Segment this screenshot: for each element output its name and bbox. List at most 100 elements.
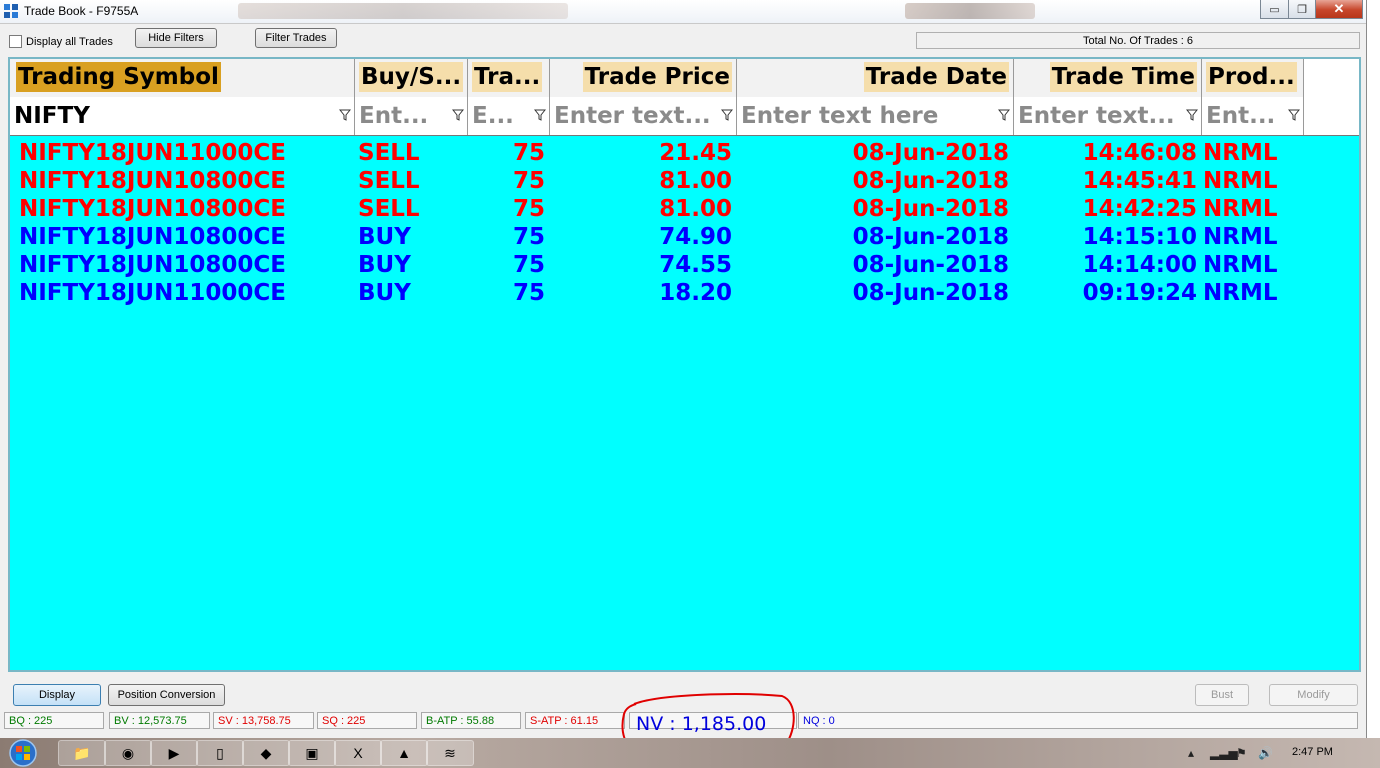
restore-button[interactable]: ❐ — [1288, 0, 1316, 19]
position-conversion-button[interactable]: Position Conversion — [108, 684, 225, 706]
table-row[interactable]: NIFTY18JUN11000CE BUY 75 18.20 08-Jun-20… — [10, 279, 1359, 307]
filter-funnel-icon[interactable] — [534, 109, 546, 121]
trade-book-window: Trade Book - F9755A ▭ ❐ ✕ Display all Tr… — [0, 0, 1367, 738]
table-row[interactable]: NIFTY18JUN10800CE SELL 75 81.00 08-Jun-2… — [10, 195, 1359, 223]
table-row[interactable]: NIFTY18JUN11000CE SELL 75 21.45 08-Jun-2… — [10, 139, 1359, 167]
close-icon: ✕ — [1333, 1, 1345, 16]
taskbar-clock[interactable]: 2:47 PM — [1292, 746, 1333, 758]
column-header-trading-symbol[interactable]: Trading Symbol — [10, 59, 355, 97]
media-player-icon[interactable]: ▶ — [150, 740, 198, 766]
column-header-buy-sell[interactable]: Buy/S... — [355, 59, 468, 97]
filter-input-trade-date[interactable]: Enter text here — [741, 101, 991, 131]
minimize-button[interactable]: ▭ — [1260, 0, 1289, 19]
close-button[interactable]: ✕ — [1315, 0, 1363, 19]
filter-input-product[interactable]: Ent... — [1206, 101, 1276, 131]
modify-button[interactable]: Modify — [1269, 684, 1358, 706]
filter-cell-buy-sell[interactable]: Ent... — [355, 97, 468, 135]
restore-icon: ❐ — [1297, 3, 1307, 16]
filter-cell-trade-price[interactable]: Enter text... — [550, 97, 737, 135]
filter-funnel-icon[interactable] — [452, 109, 464, 121]
column-header-trade-time[interactable]: Trade Time — [1014, 59, 1202, 97]
start-orb-icon[interactable] — [3, 738, 43, 768]
cell-side: BUY — [358, 224, 411, 250]
document-icon[interactable]: ▯ — [196, 740, 244, 766]
window-title: Trade Book - F9755A — [24, 4, 139, 18]
excel-icon[interactable]: X — [334, 740, 382, 766]
cell-price: 18.20 — [659, 280, 732, 306]
volume-icon[interactable]: 🔊 — [1258, 746, 1273, 760]
network-app-icon[interactable]: ≋ — [426, 740, 474, 766]
grid-rows: NIFTY18JUN11000CE SELL 75 21.45 08-Jun-2… — [10, 139, 1359, 307]
column-header-trade-qty[interactable]: Tra... — [468, 59, 550, 97]
title-bar[interactable]: Trade Book - F9755A ▭ ❐ ✕ — [0, 0, 1366, 24]
cell-date: 08-Jun-2018 — [852, 168, 1009, 194]
filter-funnel-icon[interactable] — [1186, 109, 1198, 121]
cell-symbol: NIFTY18JUN11000CE — [19, 280, 286, 306]
cell-price: 81.00 — [659, 168, 732, 194]
cell-symbol: NIFTY18JUN10800CE — [19, 196, 286, 222]
filter-cell-product[interactable]: Ent... — [1202, 97, 1304, 135]
filter-cell-trade-time[interactable]: Enter text... — [1014, 97, 1202, 135]
table-row[interactable]: NIFTY18JUN10800CE SELL 75 81.00 08-Jun-2… — [10, 167, 1359, 195]
cell-time: 09:19:24 — [1082, 280, 1197, 306]
display-button[interactable]: Display — [13, 684, 101, 706]
tray-arrow-icon[interactable]: ▴ — [1188, 746, 1194, 760]
cell-symbol: NIFTY18JUN11000CE — [19, 140, 286, 166]
checkbox-box[interactable] — [9, 35, 22, 48]
filter-funnel-icon[interactable] — [998, 109, 1010, 121]
filter-cell-trade-qty[interactable]: E... — [468, 97, 550, 135]
cell-product: NRML — [1203, 140, 1278, 166]
cell-price: 21.45 — [659, 140, 732, 166]
paint-icon[interactable]: ▲ — [380, 740, 428, 766]
column-label: Trade Date — [863, 62, 1009, 92]
filter-input-buy-sell[interactable]: Ent... — [359, 101, 439, 131]
filter-cell-trading-symbol[interactable]: NIFTY — [10, 97, 355, 135]
flag-icon[interactable]: ⚑ — [1236, 746, 1247, 760]
cell-side: BUY — [358, 252, 411, 278]
cell-qty: 75 — [512, 252, 545, 278]
filter-input-trade-price[interactable]: Enter text... — [554, 101, 714, 131]
column-header-trade-price[interactable]: Trade Price — [550, 59, 737, 97]
chrome-icon[interactable]: ◉ — [104, 740, 152, 766]
cell-time: 14:45:41 — [1082, 168, 1197, 194]
bust-button[interactable]: Bust — [1195, 684, 1249, 706]
minimize-icon: ▭ — [1269, 3, 1280, 16]
table-row[interactable]: NIFTY18JUN10800CE BUY 75 74.90 08-Jun-20… — [10, 223, 1359, 251]
cell-date: 08-Jun-2018 — [852, 280, 1009, 306]
table-row[interactable]: NIFTY18JUN10800CE BUY 75 74.55 08-Jun-20… — [10, 251, 1359, 279]
column-label: Buy/S... — [359, 62, 464, 92]
filter-input-trading-symbol[interactable]: NIFTY — [14, 101, 324, 131]
cell-qty: 75 — [512, 224, 545, 250]
total-trades-count: Total No. Of Trades : 6 — [916, 32, 1360, 49]
explorer-icon[interactable]: 📁 — [58, 740, 106, 766]
taskbar: 📁 ◉ ▶ ▯ ◆ ▣ X ▲ ≋ — [0, 738, 1380, 768]
column-header-product[interactable]: Prod... — [1202, 59, 1304, 97]
trading-app-icon[interactable]: ◆ — [242, 740, 290, 766]
filter-input-trade-time[interactable]: Enter text... — [1018, 101, 1178, 131]
cell-product: NRML — [1203, 168, 1278, 194]
bq-summary: BQ : 225 — [4, 712, 104, 729]
trades-grid[interactable]: Trading Symbol Buy/S... Tra... Trade Pri… — [8, 57, 1361, 672]
cell-side: SELL — [358, 140, 420, 166]
filter-funnel-icon[interactable] — [721, 109, 733, 121]
filter-trades-button[interactable]: Filter Trades — [255, 28, 337, 48]
cell-time: 14:14:00 — [1082, 252, 1197, 278]
column-header-trade-date[interactable]: Trade Date — [737, 59, 1014, 97]
filter-funnel-icon[interactable] — [1288, 109, 1300, 121]
window-icon[interactable]: ▣ — [288, 740, 336, 766]
cell-side: BUY — [358, 280, 411, 306]
cell-qty: 75 — [512, 168, 545, 194]
cell-date: 08-Jun-2018 — [852, 196, 1009, 222]
cell-symbol: NIFTY18JUN10800CE — [19, 224, 286, 250]
filter-input-trade-qty[interactable]: E... — [472, 101, 527, 131]
cell-product: NRML — [1203, 280, 1278, 306]
cell-price: 81.00 — [659, 196, 732, 222]
signal-icon[interactable]: ▂▃▅ — [1210, 746, 1238, 760]
app-icon — [4, 4, 18, 18]
filter-funnel-icon[interactable] — [339, 109, 351, 121]
hide-filters-button[interactable]: Hide Filters — [135, 28, 217, 48]
display-all-trades-checkbox[interactable]: Display all Trades — [9, 35, 113, 48]
filter-cell-trade-date[interactable]: Enter text here — [737, 97, 1014, 135]
cell-qty: 75 — [512, 140, 545, 166]
title-blur-region — [905, 3, 1035, 19]
